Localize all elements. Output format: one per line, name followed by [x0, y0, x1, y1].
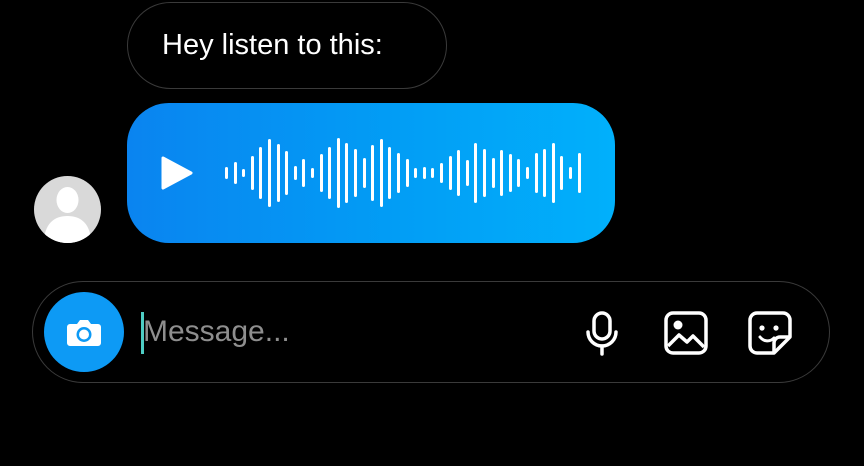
- waveform-bar: [268, 139, 271, 207]
- waveform-bar: [448, 156, 452, 190]
- waveform-bar: [379, 139, 383, 207]
- voice-waveform[interactable]: [225, 103, 595, 243]
- waveform-bar: [302, 158, 306, 188]
- waveform-bar: [560, 156, 564, 190]
- waveform-bar: [534, 152, 538, 194]
- waveform-bar: [577, 152, 581, 194]
- waveform-bar: [362, 157, 366, 189]
- waveform-bar: [508, 153, 512, 193]
- waveform-bar: [354, 149, 357, 197]
- waveform-bar: [250, 156, 254, 190]
- default-user-avatar-icon: [44, 187, 91, 243]
- waveform-bar: [276, 144, 280, 202]
- waveform-bar: [328, 146, 332, 200]
- waveform-bar: [526, 167, 529, 179]
- waveform-bar: [543, 149, 547, 197]
- waveform-bar: [465, 159, 469, 187]
- waveform-bar: [311, 168, 314, 178]
- waveform-bar: [259, 146, 263, 200]
- text-message-content: Hey listen to this:: [162, 29, 383, 61]
- sticker-icon[interactable]: [747, 310, 793, 356]
- waveform-bar: [431, 168, 435, 178]
- waveform-bar: [388, 146, 392, 200]
- waveform-bar: [225, 167, 228, 179]
- sender-avatar[interactable]: [34, 176, 101, 243]
- waveform-bar: [500, 149, 504, 197]
- waveform-bar: [405, 158, 409, 188]
- waveform-bar: [440, 163, 443, 183]
- waveform-bar: [474, 143, 478, 203]
- play-icon[interactable]: [157, 153, 197, 193]
- waveform-bar: [569, 167, 572, 179]
- waveform-bar: [233, 162, 237, 184]
- image-icon[interactable]: [663, 310, 709, 356]
- message-input[interactable]: [143, 310, 543, 354]
- camera-icon: [67, 320, 101, 346]
- voice-message-bubble[interactable]: [127, 103, 615, 243]
- waveform-bar: [551, 143, 555, 203]
- camera-button[interactable]: [44, 292, 124, 372]
- waveform-bar: [457, 149, 461, 197]
- text-message-bubble[interactable]: Hey listen to this:: [127, 2, 447, 89]
- waveform-bar: [483, 149, 486, 197]
- waveform-bar: [242, 169, 246, 177]
- waveform-bar: [285, 151, 289, 195]
- microphone-icon[interactable]: [579, 310, 625, 356]
- message-composer: [32, 281, 830, 383]
- waveform-bar: [491, 157, 495, 189]
- waveform-bar: [414, 168, 418, 178]
- waveform-bar: [319, 153, 323, 193]
- waveform-bar: [371, 145, 375, 201]
- waveform-bar: [422, 167, 426, 179]
- waveform-bar: [397, 152, 400, 194]
- waveform-bar: [517, 158, 521, 188]
- waveform-bar: [336, 138, 340, 208]
- waveform-bar: [345, 143, 349, 203]
- waveform-bar: [293, 165, 297, 181]
